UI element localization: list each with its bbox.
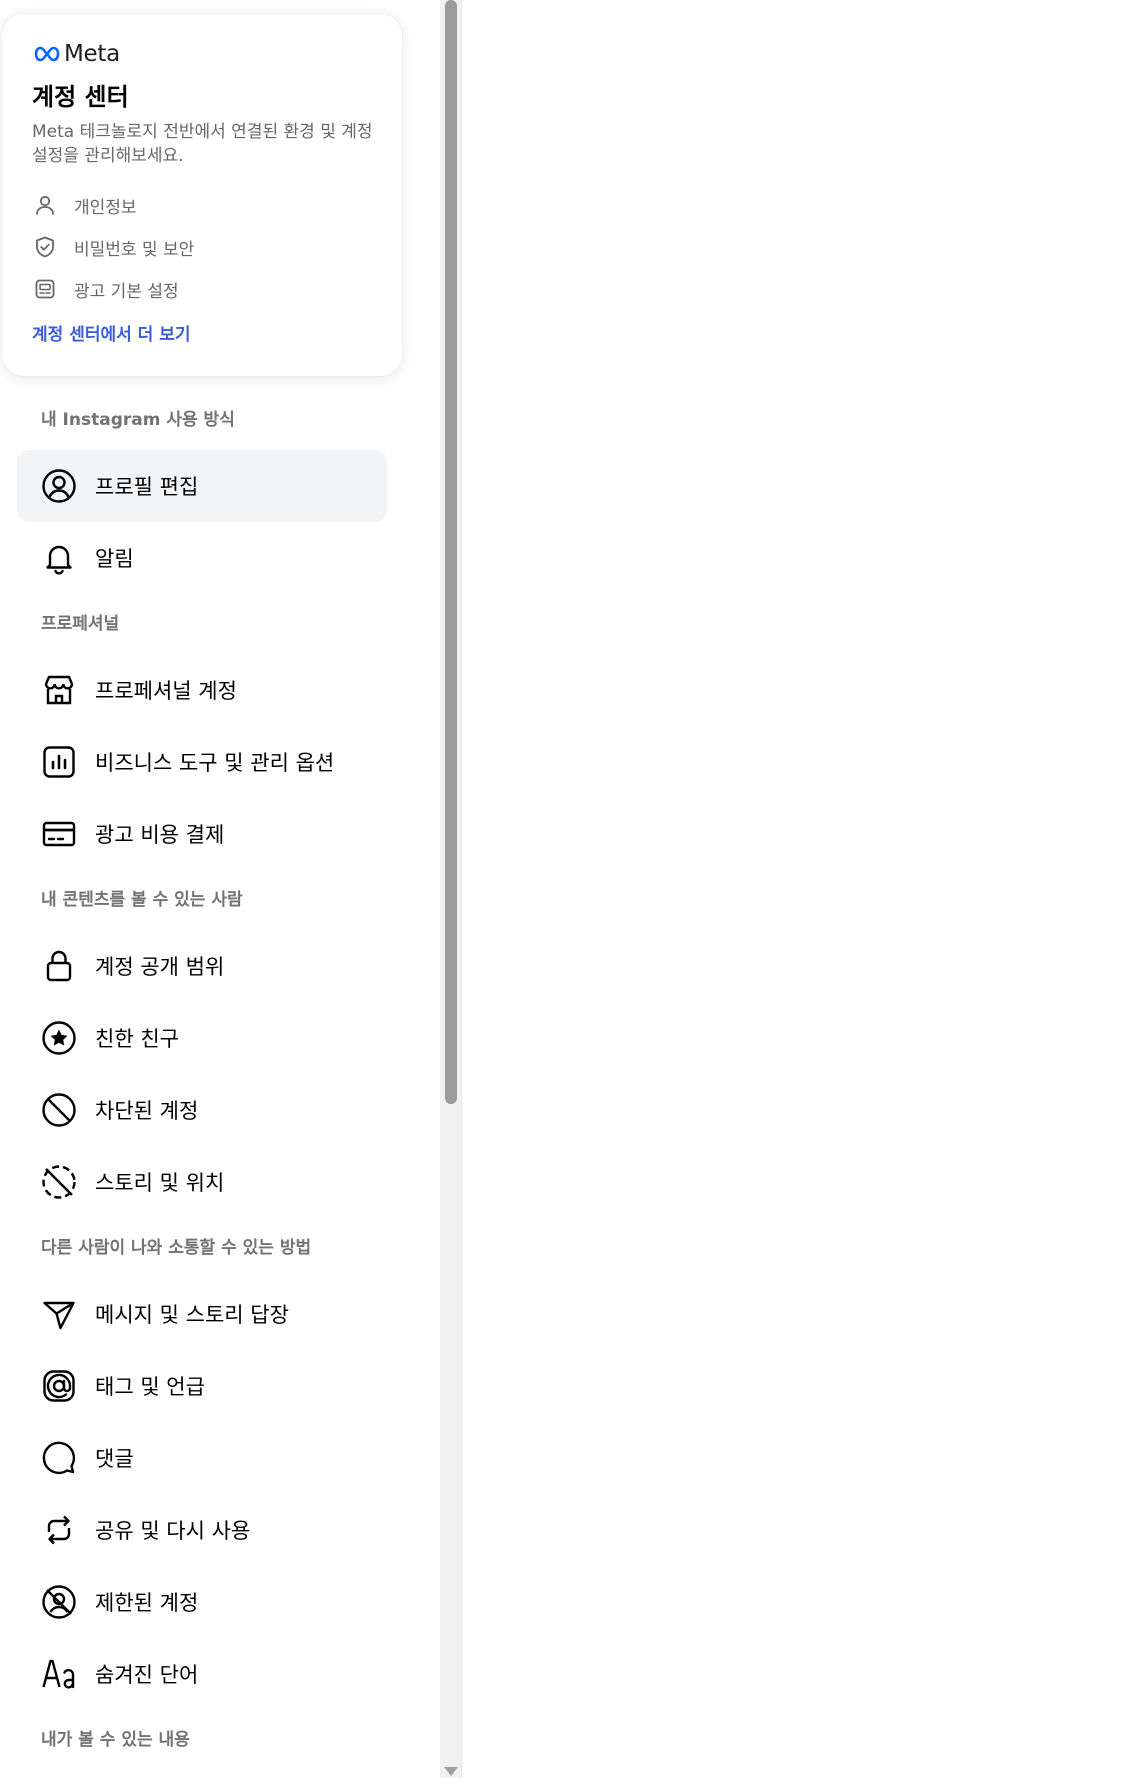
nav-item-blocked[interactable]: 차단된 계정 [17, 1074, 387, 1146]
scrollbar-thumb[interactable] [445, 0, 457, 1104]
nav-item-label: 제한된 계정 [95, 1591, 199, 1615]
nav-item-restricted[interactable]: 제한된 계정 [17, 1566, 387, 1638]
nav-item-label: 태그 및 언급 [95, 1375, 205, 1399]
nav-item-label: 친한 친구 [95, 1027, 179, 1051]
bar-chart-icon [41, 744, 77, 780]
ac-link-label: 개인정보 [74, 197, 137, 218]
nav-item-label: 프로페셔널 계정 [95, 679, 237, 703]
nav-item-label: 공유 및 다시 사용 [95, 1519, 251, 1543]
nav-item-tags-mentions[interactable]: 태그 및 언급 [17, 1350, 387, 1422]
section-header-how-you-use: 내 Instagram 사용 방식 [41, 410, 235, 430]
nav-item-story-location[interactable]: 스토리 및 위치 [17, 1146, 387, 1218]
accounts-center-more-link[interactable]: 계정 센터에서 더 보기 [32, 322, 372, 348]
nav-item-account-privacy[interactable]: 계정 공개 범위 [17, 930, 387, 1002]
meta-infinity-icon [34, 46, 60, 62]
ad-settings-icon [32, 276, 58, 302]
ac-link-ad-preferences[interactable]: 광고 기본 설정 [32, 268, 372, 310]
accounts-center-links: 개인정보 비밀번호 및 보안 광고 기본 설정 [32, 184, 372, 310]
comment-icon [41, 1440, 77, 1476]
nav-item-label: 계정 공개 범위 [95, 955, 225, 979]
section-header-what-you-see: 내가 볼 수 있는 내용 [41, 1730, 190, 1750]
shield-check-icon [32, 234, 58, 260]
nav-item-label: 프로필 편집 [95, 475, 199, 499]
meta-logo-text: Meta [64, 41, 120, 67]
nav-item-label: 메시지 및 스토리 답장 [95, 1303, 289, 1327]
ac-link-personal-info[interactable]: 개인정보 [32, 184, 372, 226]
nav-item-comments[interactable]: 댓글 [17, 1422, 387, 1494]
accounts-center-description: Meta 테크놀로지 전반에서 연결된 환경 및 계정 설정을 관리해보세요. [32, 122, 373, 166]
nav-item-sharing-remixes[interactable]: 공유 및 다시 사용 [17, 1494, 387, 1566]
sidebar-scrollbar[interactable] [440, 0, 462, 1778]
nav-item-ad-payments[interactable]: 광고 비용 결제 [17, 798, 387, 870]
ac-link-label: 광고 기본 설정 [74, 281, 179, 302]
nav-item-business-tools[interactable]: 비즈니스 도구 및 관리 옵션 [17, 726, 387, 798]
block-icon [41, 1092, 77, 1128]
accounts-center-card[interactable]: Meta 계정 센터 Meta 테크놀로지 전반에서 연결된 환경 및 계정 설… [2, 14, 402, 376]
accounts-center-title: 계정 센터 [32, 83, 129, 111]
lock-icon [41, 948, 77, 984]
repost-icon [41, 1512, 77, 1548]
scroll-down-arrow-icon[interactable] [444, 1767, 458, 1776]
settings-sidebar: Meta 계정 센터 Meta 테크놀로지 전반에서 연결된 환경 및 계정 설… [0, 0, 440, 1778]
star-circle-icon [41, 1020, 77, 1056]
nav-item-label: 광고 비용 결제 [95, 823, 225, 847]
nav-item-messages-replies[interactable]: 메시지 및 스토리 답장 [17, 1278, 387, 1350]
nav-item-label: 스토리 및 위치 [95, 1171, 225, 1195]
nav-item-label: 알림 [95, 547, 134, 571]
profile-circle-icon [41, 468, 77, 504]
story-off-icon [41, 1164, 77, 1200]
ac-link-label: 비밀번호 및 보안 [74, 239, 195, 260]
nav-item-label: 댓글 [95, 1447, 134, 1471]
nav-item-close-friends[interactable]: 친한 친구 [17, 1002, 387, 1074]
section-header-who-can-see: 내 콘텐츠를 볼 수 있는 사람 [41, 890, 243, 910]
at-sign-icon [41, 1368, 77, 1404]
nav-item-edit-profile[interactable]: 프로필 편집 [17, 450, 387, 522]
nav-item-label: 숨겨진 단어 [95, 1663, 199, 1687]
nav-item-hidden-words[interactable]: 숨겨진 단어 [17, 1638, 387, 1710]
section-header-how-others-interact: 다른 사람이 나와 소통할 수 있는 방법 [41, 1238, 312, 1258]
shop-icon [41, 672, 77, 708]
nav-item-notifications[interactable]: 알림 [17, 522, 387, 594]
send-icon [41, 1296, 77, 1332]
nav-item-label: 차단된 계정 [95, 1099, 199, 1123]
text-aa-icon [41, 1656, 77, 1692]
meta-logo: Meta [32, 40, 372, 68]
main-content-area [463, 0, 1131, 1778]
ac-link-password-security[interactable]: 비밀번호 및 보안 [32, 226, 372, 268]
restricted-icon [41, 1584, 77, 1620]
person-icon [32, 192, 58, 218]
bell-icon [41, 540, 77, 576]
nav-item-label: 비즈니스 도구 및 관리 옵션 [95, 751, 335, 775]
section-header-professional: 프로페셔널 [41, 614, 120, 634]
credit-card-icon [41, 816, 77, 852]
settings-page: Meta 계정 센터 Meta 테크놀로지 전반에서 연결된 환경 및 계정 설… [0, 0, 1131, 1778]
nav-item-professional-account[interactable]: 프로페셔널 계정 [17, 654, 387, 726]
